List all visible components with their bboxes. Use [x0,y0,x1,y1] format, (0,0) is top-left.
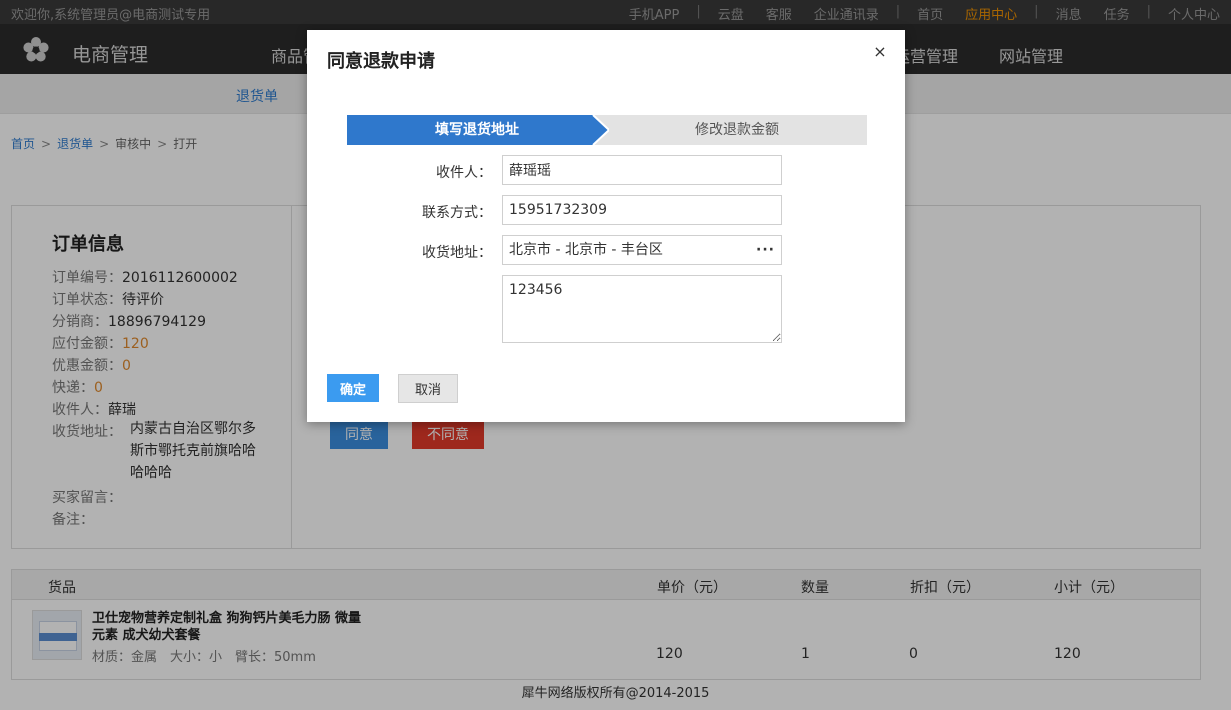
close-icon[interactable]: × [872,42,888,62]
confirm-button[interactable]: 确定 [327,374,379,402]
step-fill-return-address-label: 填写退货地址 [435,122,519,138]
more-options-icon[interactable]: ··· [756,236,775,264]
step-edit-refund-amount-label: 修改退款金额 [695,122,779,138]
region-select-value: 北京市 - 北京市 - 丰台区 [509,242,663,258]
address-detail-textarea[interactable]: 123456 [502,275,782,343]
cancel-button[interactable]: 取消 [398,374,458,403]
region-select[interactable]: 北京市 - 北京市 - 丰台区 ··· [502,235,782,265]
step-progress: 修改退款金额 填写退货地址 [347,115,867,145]
receiver-label: 收件人： [436,165,492,181]
contact-label: 联系方式： [422,205,492,221]
receiver-input[interactable] [502,155,782,185]
refund-approval-dialog: 同意退款申请 × 修改退款金额 填写退货地址 收件人： 联系方式： 收货地址： … [307,30,905,422]
address-label: 收货地址： [422,245,492,261]
contact-input[interactable] [502,195,782,225]
dialog-title: 同意退款申请 [327,51,435,72]
